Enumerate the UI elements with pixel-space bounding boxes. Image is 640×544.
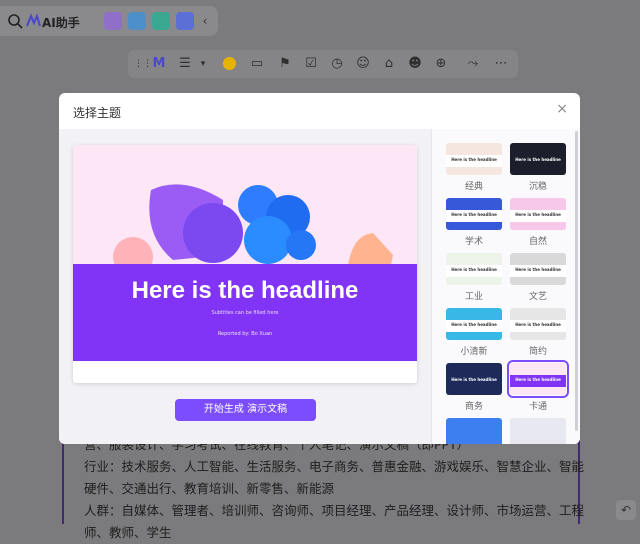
- floating-toolbar: AI助手 ‹: [0, 6, 218, 36]
- theme-thumbnail[interactable]: Here is the headline: [510, 143, 566, 175]
- theme-label[interactable]: 卡通: [510, 399, 566, 412]
- emoji-icon[interactable]: ☻: [406, 55, 424, 73]
- thumbnail-text: Here is the headline: [451, 377, 497, 382]
- chevron-down-icon[interactable]: ▾: [194, 55, 212, 73]
- thumbnail-text: Here is the headline: [515, 212, 561, 217]
- thumbnail-text: Here is the headline: [451, 157, 497, 162]
- flow-icon[interactable]: ⤳: [464, 55, 482, 73]
- theme-thumbnail[interactable]: [510, 418, 566, 444]
- share-tool-icon[interactable]: [152, 12, 170, 30]
- theme-modal: 选择主题 × Here is the headline Subtitles ca…: [59, 93, 580, 444]
- theme-thumbnail[interactable]: Here is the headline: [507, 360, 569, 398]
- modal-title: 选择主题: [73, 106, 122, 120]
- doc-line: 硬件、交通出行、教育培训、新零售、新能源: [84, 481, 335, 496]
- theme-label[interactable]: 工业: [446, 289, 502, 302]
- theme-thumbnail[interactable]: [446, 418, 502, 444]
- theme-thumbnail[interactable]: Here is the headline: [446, 308, 502, 340]
- theme-thumbnail[interactable]: Here is the headline: [446, 143, 502, 175]
- ppt-tool-icon[interactable]: [128, 12, 146, 30]
- theme-label[interactable]: 经典: [446, 179, 502, 192]
- theme-thumbnail[interactable]: Here is the headline: [510, 308, 566, 340]
- slide-decoration: [113, 184, 393, 265]
- image-tool-icon[interactable]: [104, 12, 122, 30]
- slide-preview: Here is the headline Subtitles can be fi…: [73, 145, 417, 383]
- slide-band: Here is the headline Subtitles can be fi…: [73, 264, 417, 361]
- thumbnail-text: Here is the headline: [515, 267, 561, 272]
- more-icon[interactable]: ⋯: [492, 55, 510, 73]
- tag-icon[interactable]: ⌂: [380, 55, 398, 73]
- doc-line: 师、教师、学生: [84, 525, 172, 540]
- theme-list: Here is the headline 经典 Here is the headli…: [431, 129, 580, 444]
- checkbox-icon[interactable]: ☑: [302, 55, 320, 73]
- chat-tool-icon[interactable]: [176, 12, 194, 30]
- theme-label[interactable]: 简约: [510, 344, 566, 357]
- ai-assistant-label[interactable]: AI助手: [42, 14, 80, 31]
- link-icon[interactable]: ⊕: [432, 55, 450, 73]
- slide-subtitle: Subtitles can be filled here: [211, 310, 279, 316]
- undo-icon[interactable]: ↶: [616, 500, 636, 520]
- ai-icon[interactable]: M: [150, 55, 168, 73]
- theme-thumbnail[interactable]: Here is the headline: [446, 363, 502, 395]
- user-icon[interactable]: ☺: [354, 55, 372, 73]
- doc-line: 行业：技术服务、人工智能、生活服务、电子商务、普惠金融、游戏娱乐、智慧企业、智能: [84, 459, 585, 474]
- doc-line: 人群：自媒体、管理者、培训师、咨询师、项目经理、产品经理、设计师、市场运营、工程: [84, 503, 585, 518]
- thumbnail-text: Here is the headline: [451, 322, 497, 327]
- preview-panel: Here is the headline Subtitles can be fi…: [59, 129, 431, 444]
- theme-label[interactable]: 小清新: [446, 344, 502, 357]
- clock-icon[interactable]: ◷: [328, 55, 346, 73]
- theme-label[interactable]: 商务: [446, 399, 502, 412]
- text-box-icon[interactable]: ▭: [248, 55, 266, 73]
- theme-thumbnail[interactable]: Here is the headline: [510, 198, 566, 230]
- slide-headline: Here is the headline: [131, 277, 359, 304]
- start-generate-button[interactable]: 开始生成 演示文稿: [175, 399, 316, 421]
- theme-label[interactable]: 自然: [510, 234, 566, 247]
- editor-toolbar: ⋮⋮ M ☰ ▾ ▭ ⚑ ☑ ◷ ☺ ⌂ ☻ ⊕ ⤳ ⋯: [128, 50, 518, 78]
- thumbnail-text: Here is the headline: [451, 267, 497, 272]
- theme-label[interactable]: 学术: [446, 234, 502, 247]
- align-icon[interactable]: ☰: [176, 55, 194, 73]
- ai-logo-icon: [24, 12, 42, 30]
- search-icon[interactable]: [6, 12, 24, 30]
- close-icon[interactable]: ×: [556, 101, 568, 117]
- flag-icon[interactable]: ⚑: [276, 55, 294, 73]
- thumbnail-text: Here is the headline: [451, 212, 497, 217]
- theme-thumbnail[interactable]: Here is the headline: [510, 253, 566, 285]
- thumbnail-text: Here is the headline: [515, 377, 561, 382]
- document-body: 营、服装设计、学习考试、在线教育、个人笔记、演示文稿（即PPT） 行业：技术服务…: [62, 437, 585, 540]
- thumbnail-text: Here is the headline: [515, 157, 561, 162]
- slide-reporter: Reported by: Bo Xuan: [217, 331, 273, 337]
- thumbnail-text: Here is the headline: [515, 322, 561, 327]
- scrollbar[interactable]: [575, 131, 578, 431]
- chevron-left-icon[interactable]: ‹: [196, 12, 214, 30]
- theme-thumbnail[interactable]: Here is the headline: [446, 198, 502, 230]
- theme-label[interactable]: 文艺: [510, 289, 566, 302]
- color-icon[interactable]: [220, 55, 238, 73]
- theme-thumbnail[interactable]: Here is the headline: [446, 253, 502, 285]
- theme-label[interactable]: 沉稳: [510, 179, 566, 192]
